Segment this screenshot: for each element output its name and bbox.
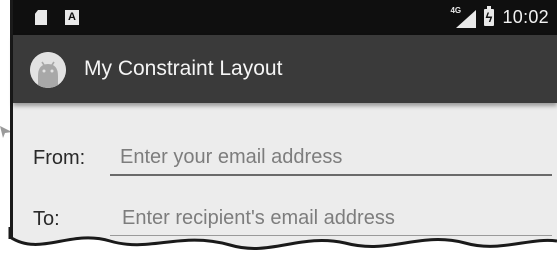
battery-charging-icon: ϟ [484, 6, 495, 26]
from-email-field[interactable] [110, 138, 557, 176]
from-field-underline [110, 174, 552, 176]
torn-page-edge [0, 227, 557, 267]
status-bar-right: 4G ϟ 10:02 [450, 5, 549, 30]
android-robot-icon [30, 52, 66, 88]
sd-card-icon [35, 10, 47, 25]
signal-icon: 4G [450, 6, 477, 28]
screenshot-scene: A 4G ϟ 10:02 My Constraint Layout From: … [0, 0, 557, 267]
app-bar: My Constraint Layout [13, 35, 557, 103]
a-notification-icon: A [65, 10, 79, 25]
from-label: From: [33, 147, 86, 169]
status-bar: A 4G ϟ 10:02 [13, 0, 557, 35]
from-row: From: [13, 138, 557, 178]
android-app-icon[interactable] [30, 52, 66, 88]
app-title: My Constraint Layout [84, 57, 283, 80]
status-bar-time: 10:02 [502, 7, 549, 27]
